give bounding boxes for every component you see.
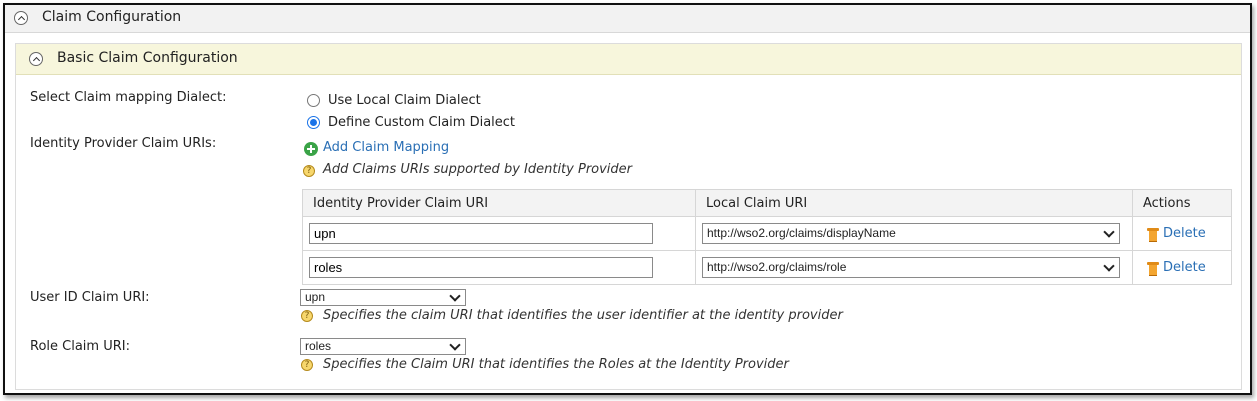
help-icon: ? — [301, 359, 313, 371]
local-claim-uri-select[interactable]: http://wso2.org/claims/role — [702, 257, 1120, 278]
idp-claims-hint: Add Claims URIs supported by Identity Pr… — [323, 162, 633, 177]
user-id-claim-label: User ID Claim URI: — [30, 290, 150, 305]
radio-use-local-dialect[interactable] — [307, 94, 320, 107]
actions-cell: Delete — [1132, 250, 1232, 285]
subsection-title: Basic Claim Configuration — [57, 50, 238, 66]
section-title: Claim Configuration — [42, 9, 182, 25]
user-id-claim-select[interactable]: upn — [300, 289, 466, 306]
column-header-idp-claim-uri: Identity Provider Claim URI — [302, 189, 696, 217]
idp-uri-cell — [302, 216, 696, 251]
local-claim-uri-value: http://wso2.org/claims/role — [707, 260, 847, 274]
claim-mapping-table: Identity Provider Claim URI Local Claim … — [302, 189, 1232, 285]
trash-icon[interactable] — [1147, 227, 1159, 242]
local-claim-uri-value: http://wso2.org/claims/displayName — [707, 226, 896, 240]
local-uri-cell: http://wso2.org/claims/role — [695, 250, 1133, 285]
basic-claim-configuration-header[interactable]: Basic Claim Configuration — [16, 44, 1241, 75]
role-claim-value: roles — [305, 339, 332, 353]
column-header-local-claim-uri: Local Claim URI — [695, 189, 1133, 217]
chevron-down-icon — [449, 290, 461, 302]
radio-label-use-local-dialect: Use Local Claim Dialect — [328, 93, 481, 108]
delete-link[interactable]: Delete — [1163, 260, 1206, 275]
claim-configuration-panel: Claim Configuration Basic Claim Configur… — [3, 3, 1252, 395]
trash-icon[interactable] — [1147, 261, 1159, 276]
user-id-claim-hint: Specifies the claim URI that identifies … — [323, 308, 843, 323]
help-icon: ? — [301, 310, 313, 322]
role-claim-hint: Specifies the Claim URI that identifies … — [323, 357, 789, 372]
idp-claim-uri-input[interactable] — [309, 257, 653, 278]
local-claim-uri-select[interactable]: http://wso2.org/claims/displayName — [702, 223, 1120, 244]
idp-uri-cell — [302, 250, 696, 285]
radio-define-custom-dialect[interactable] — [307, 116, 320, 129]
chevron-down-icon — [449, 339, 461, 351]
table-row: http://wso2.org/claims/displayName Delet… — [302, 216, 1232, 251]
user-id-claim-value: upn — [305, 290, 326, 304]
idp-claim-uris-label: Identity Provider Claim URIs: — [30, 136, 217, 151]
idp-claim-uri-input[interactable] — [309, 223, 653, 244]
delete-link[interactable]: Delete — [1163, 226, 1206, 241]
role-claim-select[interactable]: roles — [300, 338, 466, 355]
collapse-chevron-icon[interactable] — [29, 52, 43, 66]
chevron-down-icon — [1103, 260, 1115, 272]
dialect-label: Select Claim mapping Dialect: — [30, 90, 227, 105]
radio-label-define-custom-dialect: Define Custom Claim Dialect — [328, 115, 516, 130]
add-claim-mapping-link[interactable]: Add Claim Mapping — [323, 140, 449, 155]
role-claim-label: Role Claim URI: — [30, 339, 130, 354]
claim-configuration-header[interactable]: Claim Configuration — [5, 5, 1250, 33]
chevron-down-icon — [1103, 226, 1115, 238]
column-header-actions: Actions — [1132, 189, 1232, 217]
help-icon: ? — [303, 165, 315, 177]
local-uri-cell: http://wso2.org/claims/displayName — [695, 216, 1133, 251]
collapse-chevron-icon[interactable] — [14, 11, 28, 25]
table-row: http://wso2.org/claims/role Delete — [302, 250, 1232, 285]
add-icon[interactable] — [304, 142, 318, 156]
actions-cell: Delete — [1132, 216, 1232, 251]
